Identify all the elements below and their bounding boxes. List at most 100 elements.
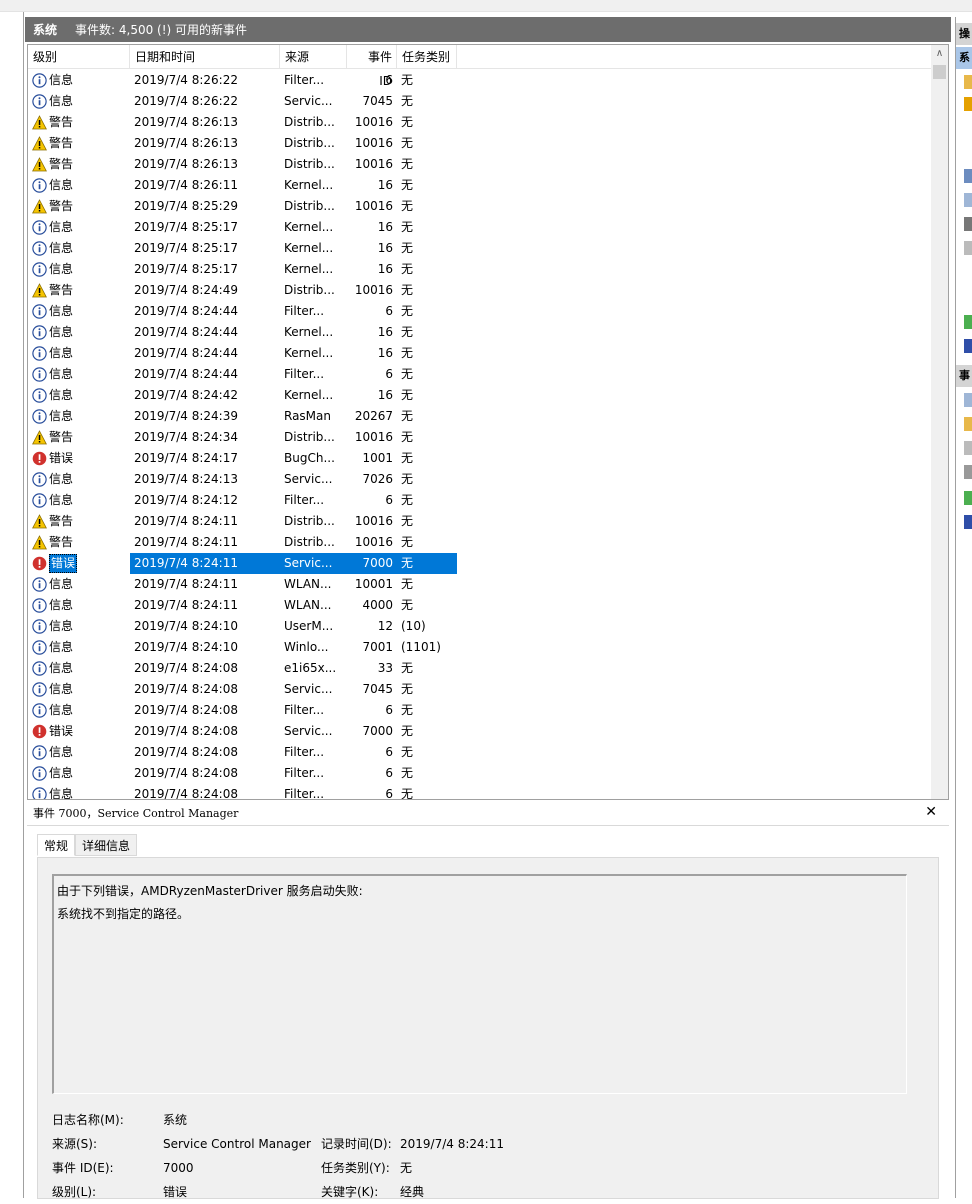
table-row[interactable]: 信息 2019/7/4 8:24:44 Filter... 6 无 <box>28 364 932 385</box>
column-header-event-id[interactable]: 事件 ID <box>347 45 397 88</box>
event-id-cell: 12 <box>377 619 393 633</box>
save-icon[interactable] <box>964 241 972 255</box>
table-row[interactable]: 信息 2019/7/4 8:24:44 Kernel... 16 无 <box>28 322 932 343</box>
scroll-up-icon[interactable]: ∧ <box>931 45 948 62</box>
log-name: 系统 <box>33 23 58 37</box>
table-row[interactable]: 信息 2019/7/4 8:25:17 Kernel... 16 无 <box>28 238 932 259</box>
table-row[interactable]: 警告 2019/7/4 8:26:13 Distrib... 10016 无 <box>28 112 932 133</box>
actions-section-event[interactable]: 事 <box>956 365 972 387</box>
table-row[interactable]: 信息 2019/7/4 8:24:08 e1i65x... 33 无 <box>28 658 932 679</box>
refresh-event-icon[interactable] <box>964 491 972 505</box>
task-cell: 无 <box>401 682 414 696</box>
level-text: 信息 <box>49 619 74 633</box>
date-cell: 2019/7/4 8:24:44 <box>134 304 238 318</box>
event-id-cell: 6 <box>385 73 393 87</box>
source-cell: RasMan <box>284 409 331 423</box>
event-message-box[interactable]: 由于下列错误，AMDRyzenMasterDriver 服务启动失败: 系统找不… <box>52 874 907 1094</box>
event-id-cell: 10016 <box>354 535 393 549</box>
source-cell: UserM... <box>284 619 334 633</box>
help-icon[interactable] <box>964 339 972 353</box>
event-id-cell: 16 <box>377 388 393 402</box>
table-row[interactable]: 错误 2019/7/4 8:24:11 Servic... 7000 无 <box>28 553 932 574</box>
save-events-icon[interactable] <box>964 465 972 479</box>
task-cell: 无 <box>397 553 457 574</box>
date-cell: 2019/7/4 8:24:08 <box>134 703 238 717</box>
refresh-icon[interactable] <box>964 315 972 329</box>
table-row[interactable]: 信息 2019/7/4 8:24:10 UserM... 12 (10) <box>28 616 932 637</box>
source-cell: Distrib... <box>284 283 335 297</box>
table-row[interactable]: 信息 2019/7/4 8:24:10 Winlo... 7001 (1101) <box>28 637 932 658</box>
actions-pane: 操 系 事 <box>955 17 972 1198</box>
table-row[interactable]: 信息 2019/7/4 8:24:08 Filter... 6 无 <box>28 742 932 763</box>
table-row[interactable]: 警告 2019/7/4 8:24:11 Distrib... 10016 无 <box>28 532 932 553</box>
actions-section-system[interactable]: 系 <box>956 47 972 69</box>
table-row[interactable]: 信息 2019/7/4 8:24:08 Filter... 6 无 <box>28 700 932 721</box>
properties-icon[interactable] <box>964 193 972 207</box>
events-grid[interactable]: 级别 日期和时间 来源 事件 ID 任务类别 信息 2019/7/4 8:26:2… <box>27 44 949 814</box>
table-row[interactable]: 警告 2019/7/4 8:26:13 Distrib... 10016 无 <box>28 133 932 154</box>
event-id-cell: 1001 <box>362 451 393 465</box>
date-cell: 2019/7/4 8:26:22 <box>134 94 238 108</box>
level-cell: 信息 <box>28 70 130 91</box>
table-row[interactable]: 信息 2019/7/4 8:24:08 Filter... 6 无 <box>28 763 932 784</box>
column-header-date[interactable]: 日期和时间 <box>130 45 280 69</box>
info-icon <box>32 178 47 193</box>
copy-icon[interactable] <box>964 441 972 455</box>
level-text: 信息 <box>49 409 74 423</box>
date-cell: 2019/7/4 8:24:17 <box>134 451 238 465</box>
filter-icon[interactable] <box>964 97 972 111</box>
events-scrollbar[interactable]: ∧ ∨ <box>931 45 948 813</box>
level-text: 信息 <box>49 640 74 654</box>
warning-icon <box>32 283 47 298</box>
table-row[interactable]: 信息 2019/7/4 8:24:42 Kernel... 16 无 <box>28 385 932 406</box>
tab-details[interactable]: 详细信息 <box>75 834 138 856</box>
scroll-thumb[interactable] <box>933 65 946 79</box>
table-row[interactable]: 警告 2019/7/4 8:26:13 Distrib... 10016 无 <box>28 154 932 175</box>
table-row[interactable]: 信息 2019/7/4 8:26:22 Servic... 7045 无 <box>28 91 932 112</box>
level-text: 警告 <box>49 430 74 444</box>
event-id-cell: 10016 <box>354 199 393 213</box>
column-header-level[interactable]: 级别 <box>28 45 130 69</box>
filter-log-icon[interactable] <box>964 169 972 183</box>
table-row[interactable]: 警告 2019/7/4 8:24:11 Distrib... 10016 无 <box>28 511 932 532</box>
warning-icon <box>32 514 47 529</box>
table-row[interactable]: 信息 2019/7/4 8:24:13 Servic... 7026 无 <box>28 469 932 490</box>
task-cell: 无 <box>401 157 414 171</box>
table-row[interactable]: 错误 2019/7/4 8:24:17 BugCh... 1001 无 <box>28 448 932 469</box>
table-row[interactable]: 警告 2019/7/4 8:24:34 Distrib... 10016 无 <box>28 427 932 448</box>
date-cell: 2019/7/4 8:24:08 <box>134 745 238 759</box>
table-row[interactable]: 信息 2019/7/4 8:24:44 Filter... 6 无 <box>28 301 932 322</box>
level-text: 警告 <box>49 157 74 171</box>
table-row[interactable]: 信息 2019/7/4 8:24:11 WLAN... 10001 无 <box>28 574 932 595</box>
table-row[interactable]: 信息 2019/7/4 8:26:11 Kernel... 16 无 <box>28 175 932 196</box>
event-id-cell: 6 <box>385 493 393 507</box>
help-event-icon[interactable] <box>964 515 972 529</box>
event-id-cell: 16 <box>377 241 393 255</box>
table-row[interactable]: 错误 2019/7/4 8:24:08 Servic... 7000 无 <box>28 721 932 742</box>
tab-general[interactable]: 常规 <box>37 834 76 856</box>
attach-task-icon[interactable] <box>964 417 972 431</box>
table-row[interactable]: 信息 2019/7/4 8:24:12 Filter... 6 无 <box>28 490 932 511</box>
level-text: 信息 <box>49 220 74 234</box>
level-cell: 信息 <box>28 658 130 679</box>
table-row[interactable]: 信息 2019/7/4 8:25:17 Kernel... 16 无 <box>28 217 932 238</box>
open-log-icon[interactable] <box>964 75 972 89</box>
close-icon[interactable]: ✕ <box>925 804 937 820</box>
event-properties-icon[interactable] <box>964 393 972 407</box>
table-row[interactable]: 信息 2019/7/4 8:26:22 Filter... 6 无 <box>28 70 932 91</box>
table-row[interactable]: 警告 2019/7/4 8:24:49 Distrib... 10016 无 <box>28 280 932 301</box>
table-row[interactable]: 信息 2019/7/4 8:24:44 Kernel... 16 无 <box>28 343 932 364</box>
column-header-task[interactable]: 任务类别 <box>397 45 457 69</box>
level-cell: 警告 <box>28 427 130 448</box>
find-icon[interactable] <box>964 217 972 231</box>
table-row[interactable]: 信息 2019/7/4 8:25:17 Kernel... 16 无 <box>28 259 932 280</box>
table-row[interactable]: 信息 2019/7/4 8:24:08 Servic... 7045 无 <box>28 679 932 700</box>
level-cell: 信息 <box>28 574 130 595</box>
table-row[interactable]: 信息 2019/7/4 8:24:11 WLAN... 4000 无 <box>28 595 932 616</box>
keywords-label: 关键字(K): <box>321 1185 379 1199</box>
table-row[interactable]: 信息 2019/7/4 8:24:39 RasMan 20267 无 <box>28 406 932 427</box>
log-name-label: 日志名称(M): <box>52 1113 124 1127</box>
column-header-source[interactable]: 来源 <box>280 45 347 69</box>
console-tree-pane[interactable] <box>0 12 24 1198</box>
table-row[interactable]: 警告 2019/7/4 8:25:29 Distrib... 10016 无 <box>28 196 932 217</box>
